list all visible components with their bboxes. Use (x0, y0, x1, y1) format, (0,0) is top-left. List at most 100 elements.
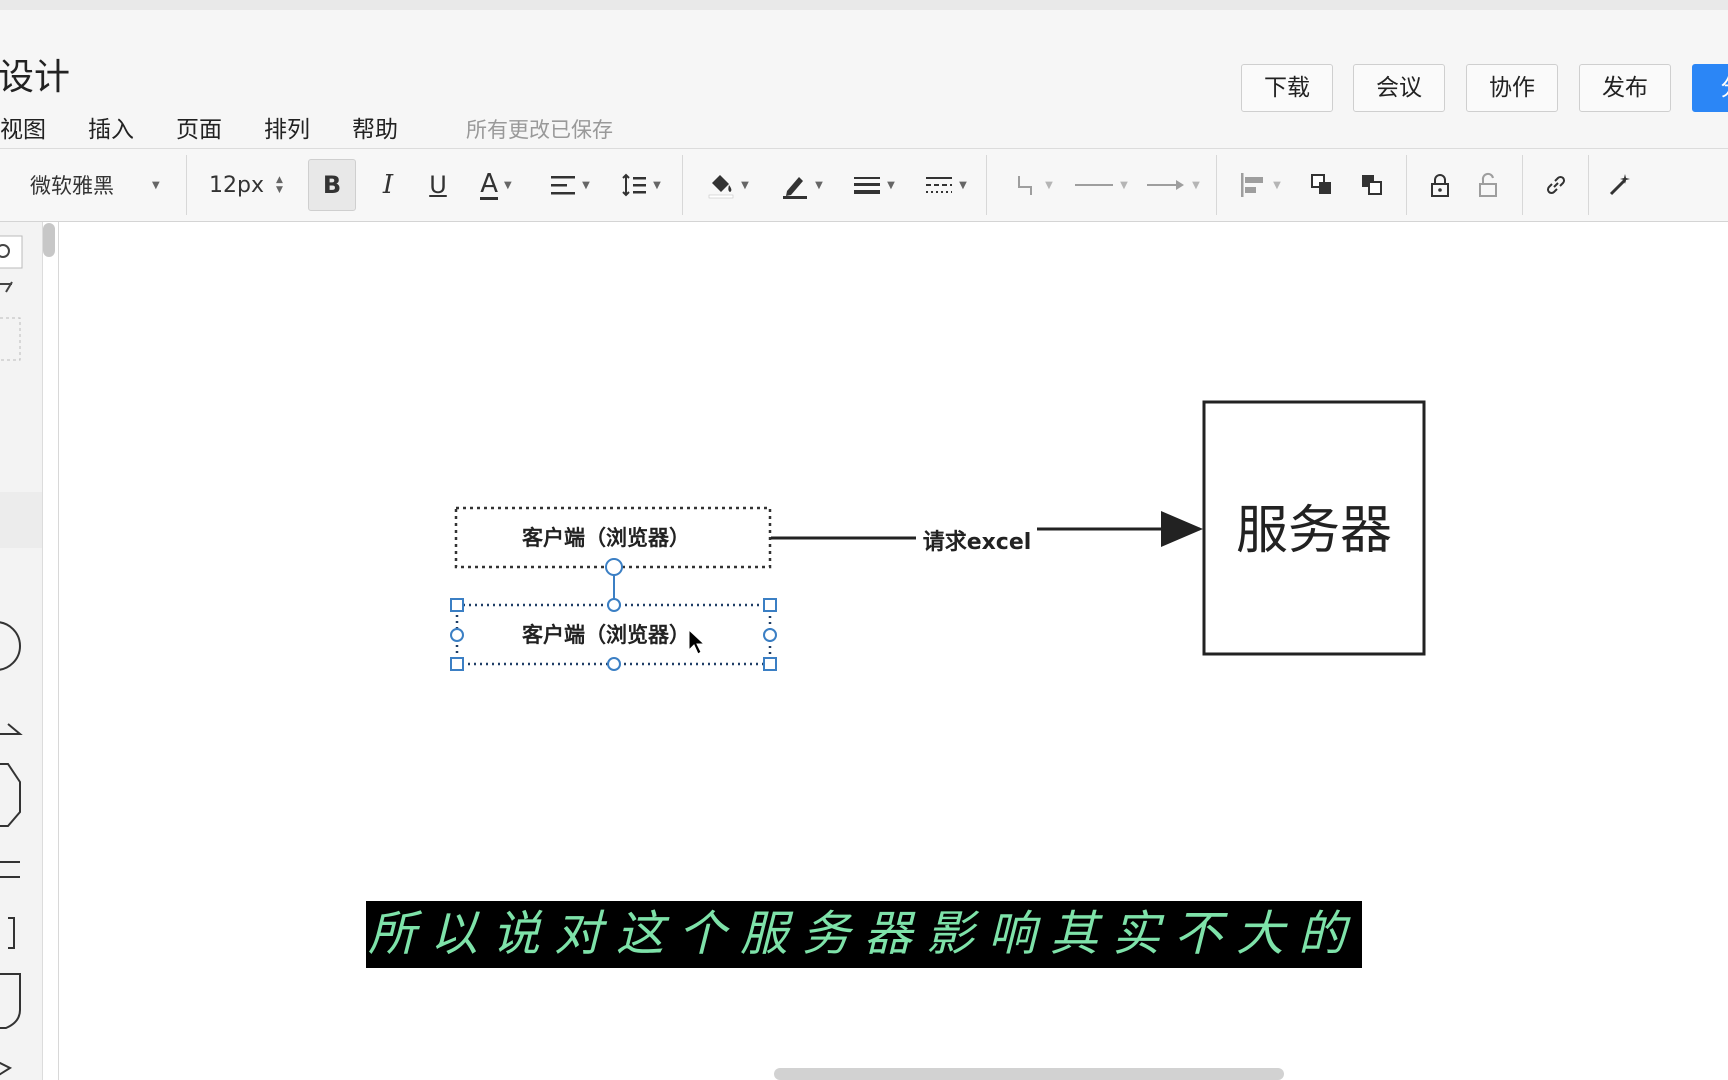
chevron-down-icon: ▼ (1045, 179, 1053, 191)
send-to-back-icon (1362, 175, 1382, 195)
edge-label[interactable]: 请求excel (923, 529, 1032, 555)
chevron-down-icon: ▼ (741, 179, 749, 191)
share-button[interactable]: 分 (1692, 64, 1728, 112)
panel-scrollbar[interactable] (43, 223, 55, 257)
chevron-down-icon: ▼ (653, 179, 661, 191)
hexagon-shape-icon[interactable] (0, 763, 21, 827)
chevron-down-icon: ▼ (815, 179, 823, 191)
font-size-stepper[interactable]: 12px ▲ ▼ (198, 149, 294, 221)
resize-handle-se (763, 657, 777, 671)
paint-bucket-icon (708, 175, 734, 199)
underline-button[interactable]: U (418, 149, 458, 221)
format-toolbar: 微软雅黑 ▼ 12px ▲▼ B I U A ▼ ▼ ▼ ▼ ▼ ▼ ▼ ▼ (0, 148, 1728, 222)
download-button[interactable]: 下载 (1241, 64, 1333, 112)
chevron-down-icon: ▼ (1273, 179, 1281, 191)
bracket-shape-icon[interactable] (8, 917, 15, 949)
font-family-select[interactable]: 微软雅黑 ▼ (14, 149, 174, 221)
arrow-right-icon (1147, 180, 1185, 190)
chevron-down-icon: ▼ (959, 179, 967, 191)
divider (1406, 155, 1407, 215)
cross-shape-icon[interactable] (0, 842, 20, 892)
insert-link-button[interactable] (1534, 149, 1578, 221)
chevron-down-icon: ▼ (504, 179, 512, 191)
divider (682, 155, 683, 215)
font-size-value: 12px (209, 172, 265, 198)
bold-button[interactable]: B (308, 159, 356, 211)
lock-icon (1431, 174, 1449, 197)
elbow-connector-icon (1018, 176, 1033, 195)
triangle-shape-icon[interactable] (0, 723, 23, 735)
line-end-button[interactable]: ▼ (1140, 149, 1206, 221)
circle-shape-icon[interactable] (0, 621, 21, 671)
line-start-button[interactable]: ▼ (1068, 149, 1134, 221)
font-color-button[interactable]: A ▼ (466, 149, 526, 221)
line-style-button[interactable]: ▼ (914, 149, 978, 221)
send-to-back-button[interactable] (1350, 149, 1394, 221)
pen-icon (783, 177, 808, 199)
line-color-button[interactable]: ▼ (770, 149, 834, 221)
italic-button[interactable]: I (368, 149, 408, 221)
chevron-down-icon: ▼ (152, 179, 160, 191)
edit-icon[interactable] (0, 281, 13, 293)
align-shapes-button[interactable]: ▼ (1232, 149, 1288, 221)
document-title[interactable]: 设计 (0, 48, 70, 100)
client-node-selected-label: 客户端（浏览器） (522, 623, 690, 647)
search-icon[interactable] (0, 235, 23, 269)
bring-to-front-icon (1311, 174, 1331, 194)
divider (986, 155, 987, 215)
resize-handle-ne (763, 598, 777, 612)
canvas-horizontal-scrollbar[interactable] (774, 1068, 1284, 1080)
format-painter-button[interactable] (1598, 149, 1642, 221)
line-spacing-icon (622, 173, 647, 197)
menu-item-insert[interactable]: 插入 (88, 110, 134, 144)
connection-point-bottom (607, 657, 621, 671)
chevron-down-icon: ▼ (1192, 179, 1200, 191)
document-shape-icon[interactable] (0, 973, 21, 1029)
resize-handle-sw (450, 657, 464, 671)
lock-button[interactable] (1418, 149, 1462, 221)
fill-color-button[interactable]: ▼ (696, 149, 760, 221)
video-subtitle: 所以说对这个服务器影响其实不大的 (366, 901, 1362, 968)
divider (1522, 155, 1523, 215)
line-width-button[interactable]: ▼ (842, 149, 906, 221)
section-divider (0, 492, 42, 548)
menu-item-view[interactable]: 视图 (0, 110, 46, 144)
arrow-shape-icon[interactable] (0, 1060, 13, 1078)
line-start-icon (1075, 184, 1114, 186)
save-status: 所有更改已保存 (466, 118, 613, 142)
shape-placeholder-icon (0, 317, 21, 361)
divider (1216, 155, 1217, 215)
dash-style-icon (926, 177, 953, 193)
collaborate-button[interactable]: 协作 (1466, 64, 1558, 112)
divider (1588, 155, 1589, 215)
publish-button[interactable]: 发布 (1579, 64, 1671, 112)
connector-type-button[interactable]: ▼ (1004, 149, 1064, 221)
divider (186, 155, 187, 215)
connection-point-left (450, 628, 464, 642)
magic-wand-icon (1609, 174, 1630, 196)
chevron-down-icon: ▼ (582, 179, 590, 191)
menu-item-help[interactable]: 帮助 (352, 110, 398, 144)
server-node-label: 服务器 (1236, 501, 1392, 561)
line-spacing-button[interactable]: ▼ (610, 149, 672, 221)
text-align-button[interactable]: ▼ (538, 149, 602, 221)
connection-point-top (607, 598, 621, 612)
meeting-button[interactable]: 会议 (1353, 64, 1445, 112)
menu-bar: 视图 插入 页面 排列 帮助 (0, 110, 440, 144)
client-node-top-label: 客户端（浏览器） (522, 526, 690, 550)
stepper-arrows-icon: ▲ ▼ (276, 175, 283, 195)
resize-handle-nw (450, 598, 464, 612)
font-color-label: A (480, 168, 499, 200)
rotate-handle[interactable] (605, 558, 623, 576)
menu-item-page[interactable]: 页面 (176, 110, 222, 144)
font-family-value: 微软雅黑 (30, 174, 114, 198)
shape-library-icons (0, 235, 42, 1078)
unlock-button[interactable] (1466, 149, 1510, 221)
connection-point-right (763, 628, 777, 642)
bring-to-front-button[interactable] (1300, 149, 1344, 221)
menu-item-arrange[interactable]: 排列 (264, 110, 310, 144)
align-shapes-icon (1241, 173, 1264, 197)
chevron-down-icon: ▼ (887, 179, 895, 191)
line-width-icon (854, 177, 881, 194)
link-icon (1546, 175, 1566, 195)
